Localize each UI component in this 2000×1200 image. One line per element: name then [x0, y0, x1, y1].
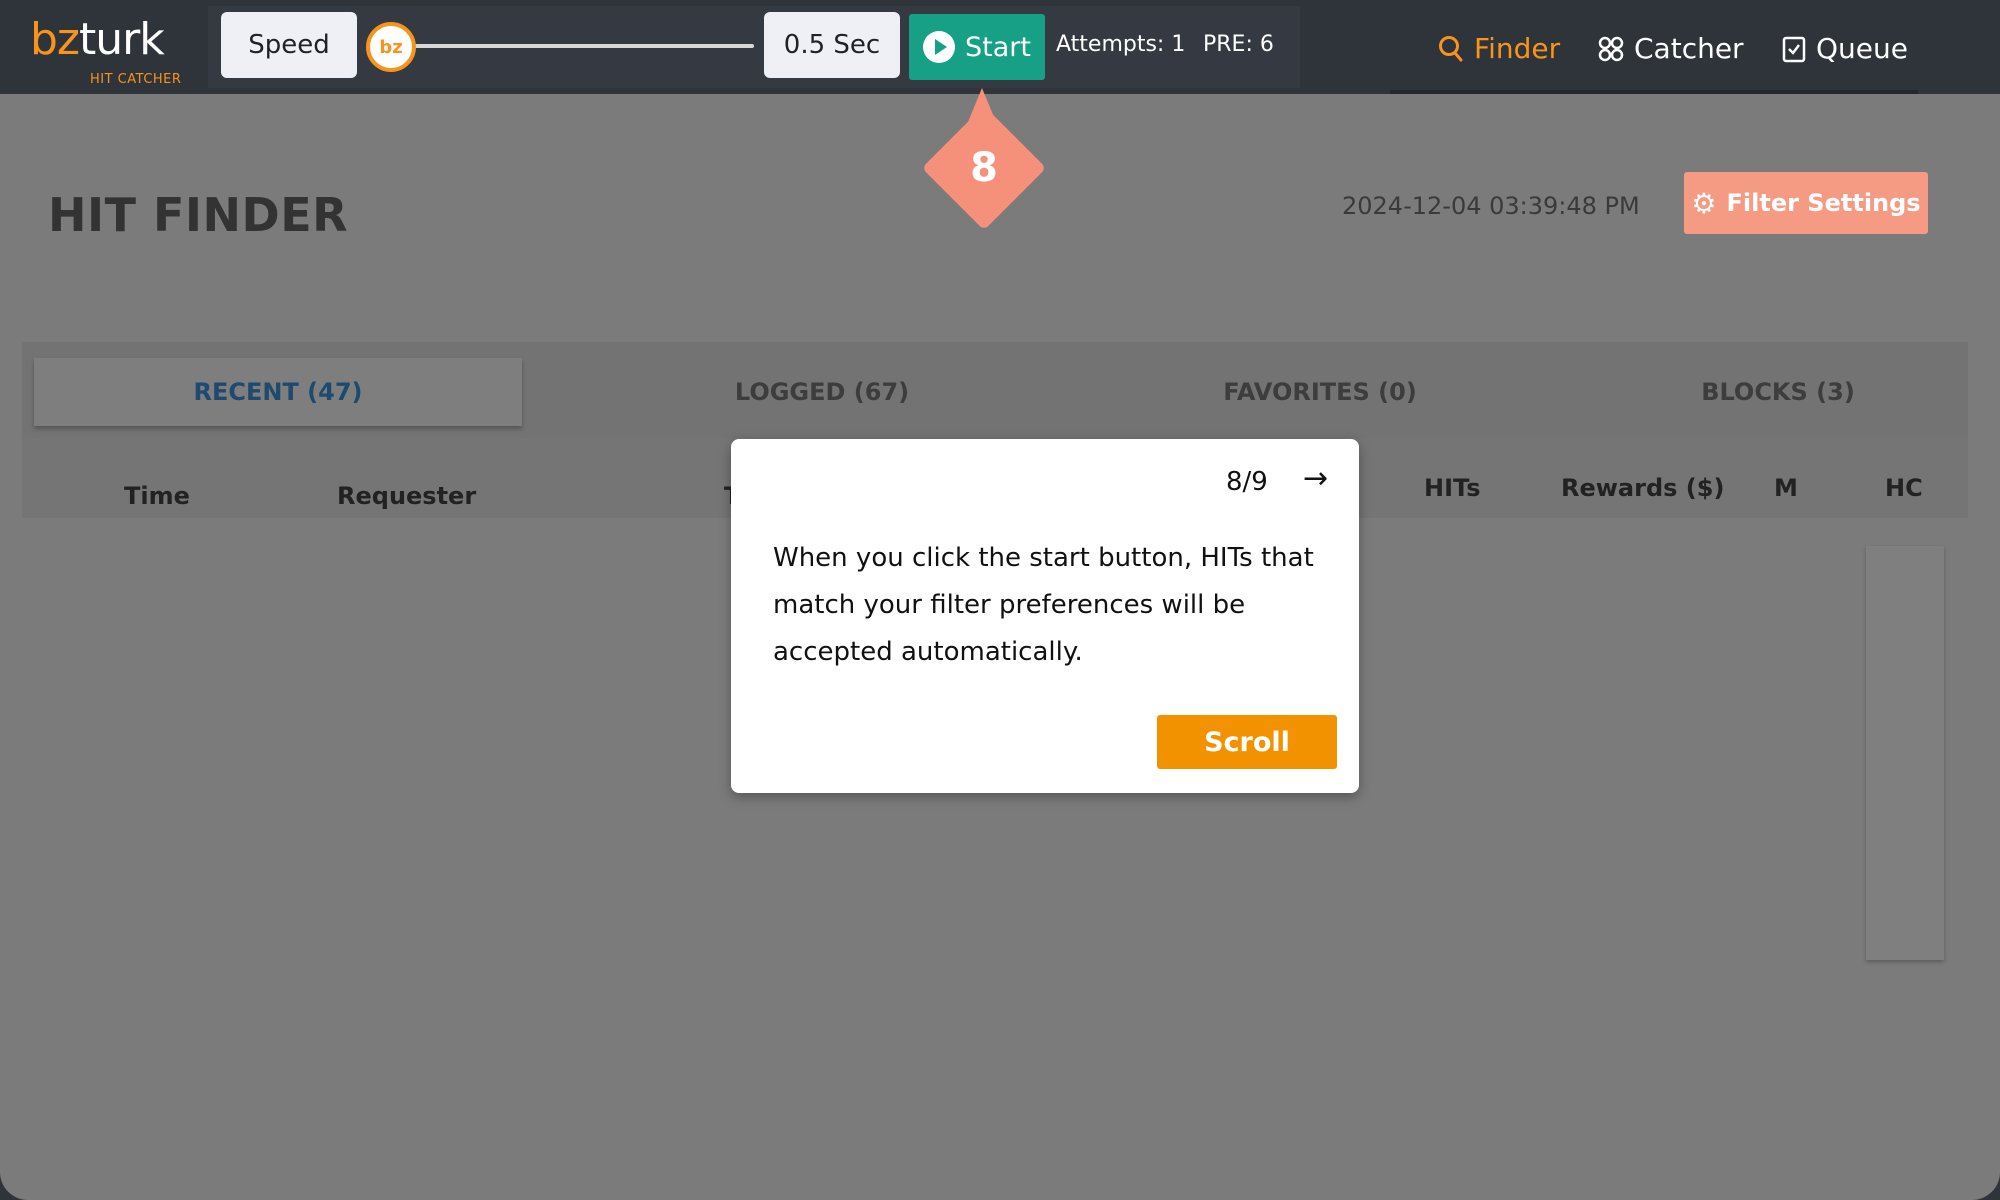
tab-recent[interactable]: RECENT (47) [34, 358, 522, 426]
speed-slider-thumb[interactable]: bz [366, 22, 416, 72]
nav-catcher-label: Catcher [1634, 32, 1744, 65]
column-requester[interactable]: Requester [337, 482, 476, 510]
tour-description: When you click the start button, HITs th… [773, 543, 1314, 667]
speed-button[interactable]: Speed [221, 12, 357, 78]
logo[interactable]: bzturk HIT CATCHER [0, 0, 206, 94]
next-arrow-icon[interactable]: → [1303, 461, 1328, 496]
logo-turk: turk [79, 14, 165, 65]
tour-dialog: 8/9 → When you click the start button, H… [731, 439, 1359, 793]
checklist-icon [1782, 36, 1806, 62]
top-bar: bzturk HIT CATCHER Speed bz 0.5 Sec Star… [0, 0, 2000, 96]
search-icon [1439, 35, 1463, 61]
interval-button[interactable]: 0.5 Sec [764, 12, 900, 78]
nav-queue[interactable]: Queue [1782, 32, 1908, 65]
nav-finder-label: Finder [1474, 32, 1561, 65]
tab-favorites[interactable]: FAVORITES (0) [1076, 358, 1564, 426]
tab-blocks[interactable]: BLOCKS (3) [1534, 358, 2000, 426]
filter-settings-label: Filter Settings [1726, 189, 1921, 217]
timestamp: 2024-12-04 03:39:48 PM [1342, 192, 1640, 220]
gear-icon: ⚙ [1691, 186, 1717, 220]
start-button[interactable]: Start [909, 14, 1045, 80]
column-m[interactable]: M [1774, 474, 1798, 502]
play-icon [923, 31, 956, 63]
start-label: Start [965, 31, 1031, 63]
logo-subtitle: HIT CATCHER [90, 72, 182, 87]
filter-settings-button[interactable]: ⚙ Filter Settings [1684, 172, 1928, 234]
tab-logged[interactable]: LOGGED (67) [578, 358, 1066, 426]
column-time[interactable]: Time [124, 482, 190, 510]
page-title: HIT FINDER [48, 188, 349, 242]
logo-wordmark: bzturk [30, 14, 165, 65]
speed-slider-track[interactable] [396, 44, 754, 48]
column-hc[interactable]: HC [1885, 474, 1923, 502]
tour-marker-number: 8 [970, 145, 998, 191]
pre-counter: PRE: 6 [1203, 32, 1274, 57]
column-rewards[interactable]: Rewards ($) [1561, 474, 1724, 502]
grid-icon [1598, 36, 1624, 61]
tour-step-counter: 8/9 [1226, 467, 1268, 497]
nav-catcher[interactable]: Catcher [1598, 32, 1744, 65]
nav-queue-label: Queue [1816, 32, 1908, 65]
scroll-button[interactable]: Scroll [1157, 715, 1337, 769]
attempts-counter: Attempts: 1 [1056, 32, 1186, 57]
hc-column-panel [1866, 546, 1944, 960]
column-hits[interactable]: HITs [1424, 474, 1480, 502]
nav-finder[interactable]: Finder [1438, 32, 1560, 65]
logo-bz: bz [30, 14, 80, 65]
